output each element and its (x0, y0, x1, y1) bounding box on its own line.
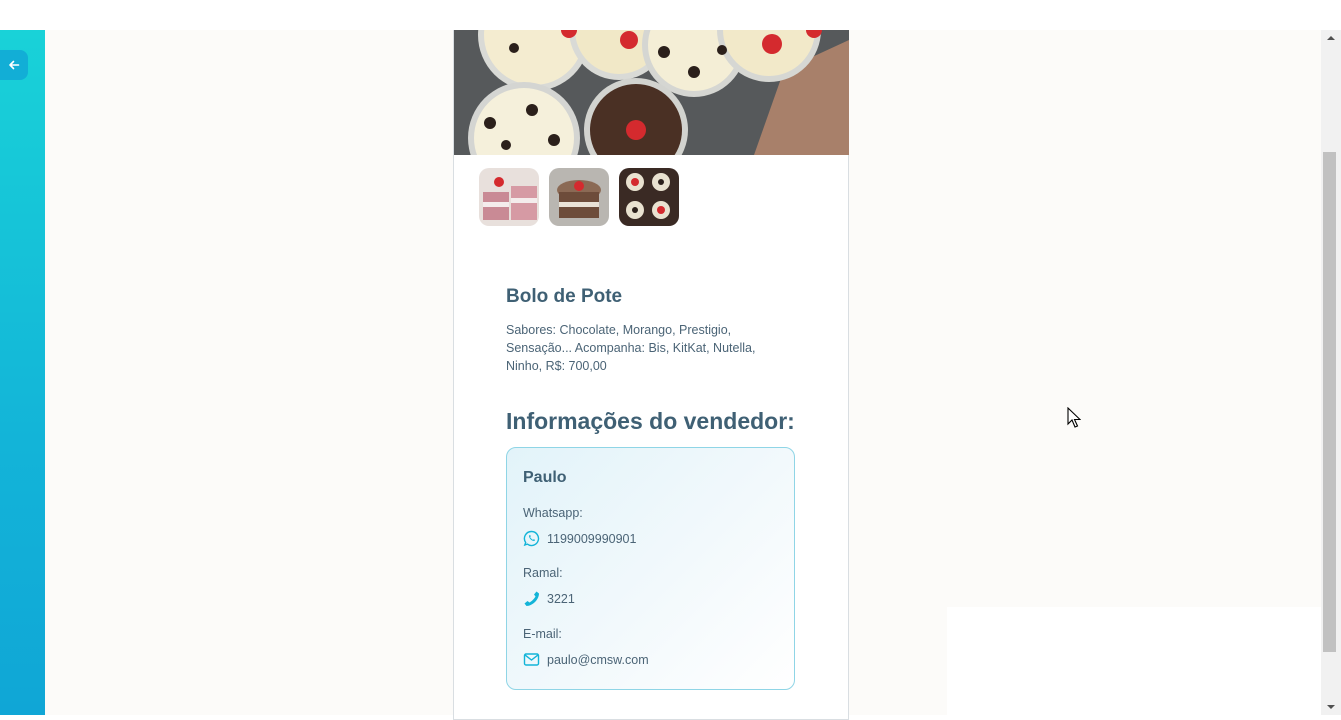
scroll-down-arrow[interactable] (1321, 699, 1341, 715)
email-row[interactable]: paulo@cmsw.com (523, 651, 649, 668)
product-main-image (454, 30, 849, 155)
scrollbar-thumb[interactable] (1323, 152, 1336, 652)
seller-info-card: Paulo Whatsapp: 1199009990901 Ramal: 322… (506, 447, 795, 690)
thumbnail-3[interactable] (619, 168, 679, 226)
thumbnail-strip (479, 168, 679, 226)
whatsapp-icon (523, 530, 540, 547)
product-card: Bolo de Pote Sabores: Chocolate, Morango… (453, 30, 849, 720)
whatsapp-label: Whatsapp: (523, 506, 583, 520)
product-title: Bolo de Pote (506, 286, 623, 307)
back-button[interactable] (0, 50, 28, 80)
email-value: paulo@cmsw.com (547, 652, 649, 667)
thumbnail-2[interactable] (549, 168, 609, 226)
product-description: Sabores: Chocolate, Morango, Prestigio, … (506, 323, 756, 373)
scroll-up-arrow[interactable] (1321, 30, 1341, 46)
sidebar (0, 30, 45, 715)
email-label: E-mail: (523, 627, 562, 641)
top-bar (0, 0, 1341, 30)
product-photo (454, 30, 849, 155)
background-panel (947, 607, 1321, 715)
ramal-row[interactable]: 3221 (523, 590, 575, 607)
mail-icon (523, 653, 540, 666)
mouse-cursor-icon (1067, 406, 1082, 434)
arrow-left-icon (9, 60, 20, 70)
ramal-value: 3221 (547, 591, 575, 606)
seller-name: Paulo (523, 469, 567, 486)
whatsapp-value: 1199009990901 (547, 531, 637, 546)
scrollbar[interactable] (1321, 30, 1341, 715)
phone-icon (524, 591, 539, 606)
seller-section-title: Informações do vendedor: (506, 408, 795, 434)
whatsapp-row[interactable]: 1199009990901 (523, 530, 636, 547)
ramal-label: Ramal: (523, 566, 563, 580)
thumbnail-1[interactable] (479, 168, 539, 226)
